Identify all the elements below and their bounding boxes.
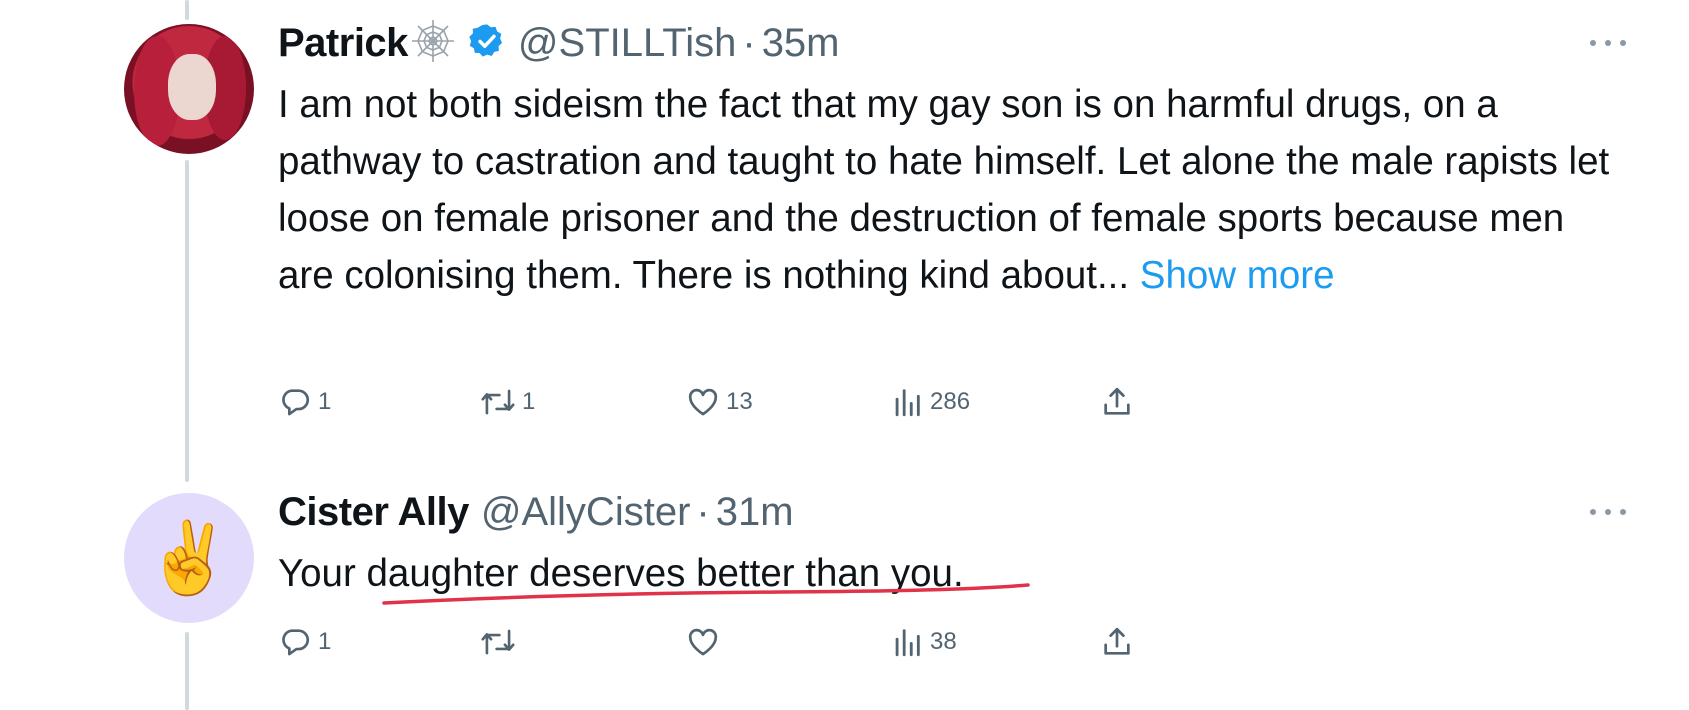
thread-line-bottom [185,632,189,710]
view-count: 38 [930,628,957,655]
show-more-link[interactable]: Show more [1140,254,1335,297]
view-count: 286 [930,388,971,415]
tweet-text-content: I am not both sideism the fact that my g… [278,83,1610,297]
separator-dot: · [696,489,710,534]
display-name[interactable]: Patrick [278,21,408,66]
reply-count: 1 [318,388,332,415]
tweet-actions: 1 38 [278,622,1138,662]
spiderweb-icon [410,18,456,69]
retweet-icon [480,625,516,659]
more-options-icon[interactable] [1590,35,1626,51]
views-button[interactable]: 286 [890,382,970,422]
tweet-text: I am not both sideism the fact that my g… [278,76,1618,304]
reply-button[interactable]: 1 [278,382,331,422]
retweet-icon [480,385,516,419]
avatar[interactable] [124,24,254,154]
share-button[interactable] [1100,622,1134,662]
retweet-button[interactable]: 1 [480,382,535,422]
avatar[interactable]: ✌️ [124,493,254,623]
tweet-header: Patrick @STILLTish · 35m [278,18,840,68]
reply-icon [278,625,312,659]
like-button[interactable]: 13 [686,382,753,422]
reply-icon [278,385,312,419]
separator-dot: · [742,20,756,65]
reply-count: 1 [318,628,332,655]
views-button[interactable]: 38 [890,622,957,662]
avatar-face [168,54,216,120]
views-chart-icon [890,625,924,659]
timestamp[interactable]: 35m [762,21,840,66]
reply-button[interactable]: 1 [278,622,331,662]
like-count: 13 [726,388,753,415]
heart-icon [686,385,720,419]
share-icon [1100,625,1134,659]
share-button[interactable] [1100,382,1134,422]
thread-line-middle [185,160,189,482]
user-handle[interactable]: @AllyCister [481,490,691,535]
red-underline-annotation [382,583,1030,605]
like-button[interactable] [686,622,726,662]
share-icon [1100,385,1134,419]
retweet-button[interactable] [480,622,522,662]
thread-line-top [185,0,189,20]
timestamp[interactable]: 31m [716,490,794,535]
user-handle[interactable]: @STILLTish [518,21,736,66]
views-chart-icon [890,385,924,419]
heart-icon [686,625,720,659]
tweet-text-prefix: Your [278,552,367,595]
tweet-header: Cister Ally @AllyCister · 31m [278,487,794,537]
display-name[interactable]: Cister Ally [278,490,469,535]
more-options-icon[interactable] [1590,504,1626,520]
verified-badge-icon[interactable] [468,22,506,65]
retweet-count: 1 [522,388,536,415]
tweet-actions: 1 1 13 286 [278,382,1138,422]
victory-hand-icon: ✌️ [145,519,233,597]
